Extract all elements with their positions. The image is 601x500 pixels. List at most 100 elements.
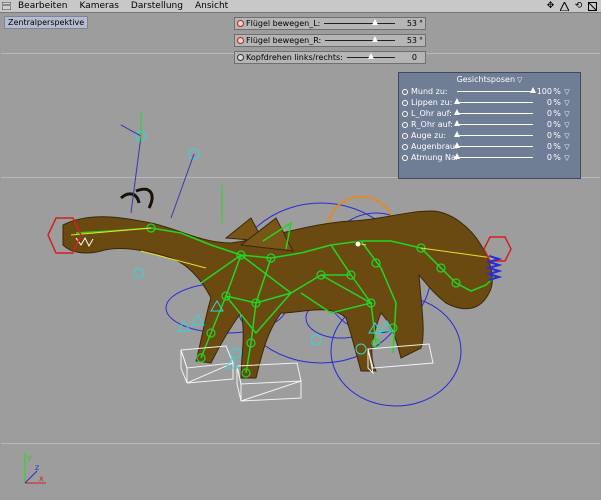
pose-label: Mund zu: [411, 87, 448, 96]
slider-value: 53 [406, 19, 417, 28]
slider-fluegel-l[interactable]: Flügel bewegen_L: 53 ° [234, 17, 426, 30]
face-pose-row[interactable]: L_Ohr auf: 0% ▽ [399, 108, 580, 119]
chevron-down-icon[interactable]: ▽ [562, 143, 572, 151]
chevron-down-icon[interactable]: ▽ [517, 76, 522, 84]
pose-unit: % [553, 153, 561, 162]
pose-radio[interactable] [402, 99, 408, 106]
chevron-down-icon[interactable]: ▽ [562, 99, 572, 107]
svg-text:y: y [27, 453, 32, 462]
svg-text:x: x [39, 474, 44, 483]
pose-value: 0 [546, 153, 552, 162]
pose-label: R_Ohr auf: [411, 120, 453, 129]
slider-value: 0 [411, 53, 417, 62]
slider-radio[interactable] [237, 54, 244, 61]
pose-unit: % [553, 98, 561, 107]
pose-slider-track[interactable] [454, 98, 533, 104]
pose-value: 0 [546, 109, 552, 118]
pose-slider-knob[interactable] [454, 98, 460, 104]
pose-label: Auge zu: [411, 131, 447, 140]
pose-unit: % [553, 87, 561, 96]
menu-bearbeiten[interactable]: Bearbeiten [12, 0, 73, 12]
chevron-down-icon[interactable]: ▽ [562, 121, 572, 129]
pose-slider-knob[interactable] [454, 142, 460, 148]
pose-slider-track[interactable] [454, 131, 533, 137]
menu-darstellung[interactable]: Darstellung [125, 0, 189, 12]
pose-radio[interactable] [402, 143, 408, 150]
slider-track[interactable] [346, 53, 395, 59]
head-axis-gizmo [140, 113, 223, 223]
pose-value: 100 [536, 87, 552, 96]
pose-slider-track[interactable] [454, 109, 533, 115]
slider-kopfdrehen[interactable]: Kopfdrehen links/rechts: 0 [234, 51, 426, 64]
pose-slider-knob[interactable] [454, 120, 460, 126]
pose-label: Atmung Nase : [411, 153, 457, 162]
face-pose-row[interactable]: Lippen zu: 0% ▽ [399, 97, 580, 108]
slider-track[interactable] [325, 36, 395, 42]
maximize-icon[interactable] [559, 1, 570, 12]
chevron-down-icon[interactable]: ▽ [562, 154, 572, 162]
slider-label: Kopfdrehen links/rechts: [246, 53, 343, 62]
view-mode-label[interactable]: Zentralperspektive [4, 16, 89, 29]
menu-kameras[interactable]: Kameras [73, 0, 124, 12]
slider-unit: ° [419, 19, 423, 28]
face-pose-row[interactable]: Mund zu: 100% ▽ [399, 86, 580, 97]
slider-value: 53 [406, 36, 417, 45]
slider-knob[interactable] [372, 36, 379, 42]
rotate-icon[interactable]: ⟲ [573, 1, 584, 12]
pose-radio[interactable] [402, 110, 408, 117]
chevron-down-icon[interactable]: ▽ [562, 88, 572, 96]
face-poses-panel: Gesichtsposen ▽ Mund zu: 100% ▽ Lippen zu: 0%… [398, 72, 581, 179]
foot-controllers [180, 343, 434, 402]
pose-value: 0 [546, 142, 552, 151]
pole-target [354, 240, 362, 248]
pose-unit: % [553, 109, 561, 118]
pose-slider-track[interactable] [454, 153, 533, 159]
slider-label: Flügel bewegen_R: [246, 36, 322, 45]
slider-knob[interactable] [367, 53, 374, 59]
pose-label: Augenbraun ab : [411, 142, 457, 151]
slider-track[interactable] [324, 19, 395, 25]
slider-knob[interactable] [372, 19, 379, 25]
pose-slider-track[interactable] [454, 142, 533, 148]
chevron-down-icon[interactable]: ▽ [562, 110, 572, 118]
slider-fluegel-r[interactable]: Flügel bewegen_R: 53 ° [234, 34, 426, 47]
face-pose-row[interactable]: Auge zu: 0% ▽ [399, 130, 580, 141]
pose-slider-knob[interactable] [454, 109, 460, 115]
face-pose-row[interactable]: Augenbraun ab : 0%▽ [399, 141, 580, 152]
world-axis-icon: y x z [24, 453, 46, 484]
slider-radio[interactable] [237, 37, 244, 44]
viewport-menu-icon[interactable] [0, 0, 12, 12]
pose-label: L_Ohr auf: [411, 109, 452, 118]
pose-label: Lippen zu: [411, 98, 453, 107]
refresh-icon[interactable] [587, 1, 598, 12]
slider-radio[interactable] [237, 20, 244, 27]
face-panel-title-text: Gesichtsposen [456, 75, 516, 84]
pose-radio[interactable] [402, 132, 408, 139]
pose-value: 0 [546, 98, 552, 107]
pose-slider-knob[interactable] [454, 131, 460, 137]
move-icon[interactable]: ✥ [545, 1, 556, 12]
menu-bar: Bearbeiten Kameras Darstellung Ansicht ✥… [0, 0, 601, 13]
pose-radio[interactable] [402, 121, 408, 128]
pose-unit: % [553, 120, 561, 129]
face-pose-list: Mund zu: 100% ▽ Lippen zu: 0% ▽ L_Ohr auf: 0% ▽ R… [399, 86, 580, 163]
pose-value: 0 [546, 131, 552, 140]
pose-radio[interactable] [402, 154, 408, 161]
pose-slider-knob[interactable] [454, 153, 460, 159]
3d-viewport[interactable]: y x z Zentralperspektive Flügel bewegen_… [1, 13, 600, 499]
svg-text:z: z [35, 463, 39, 472]
chevron-down-icon[interactable]: ▽ [562, 132, 572, 140]
ik-handle-tail [483, 236, 512, 262]
pose-slider-track[interactable] [457, 87, 536, 93]
pose-value: 0 [546, 120, 552, 129]
slider-unit: ° [419, 36, 423, 45]
pose-radio[interactable] [402, 88, 408, 95]
slider-label: Flügel bewegen_L: [246, 19, 321, 28]
face-panel-title[interactable]: Gesichtsposen ▽ [399, 74, 580, 86]
pose-slider-knob[interactable] [530, 87, 536, 93]
pose-slider-track[interactable] [454, 120, 533, 126]
menu-ansicht[interactable]: Ansicht [189, 0, 234, 12]
face-pose-row[interactable]: R_Ohr auf: 0% ▽ [399, 119, 580, 130]
face-pose-row[interactable]: Atmung Nase : 0%▽ [399, 152, 580, 163]
pose-unit: % [553, 142, 561, 151]
